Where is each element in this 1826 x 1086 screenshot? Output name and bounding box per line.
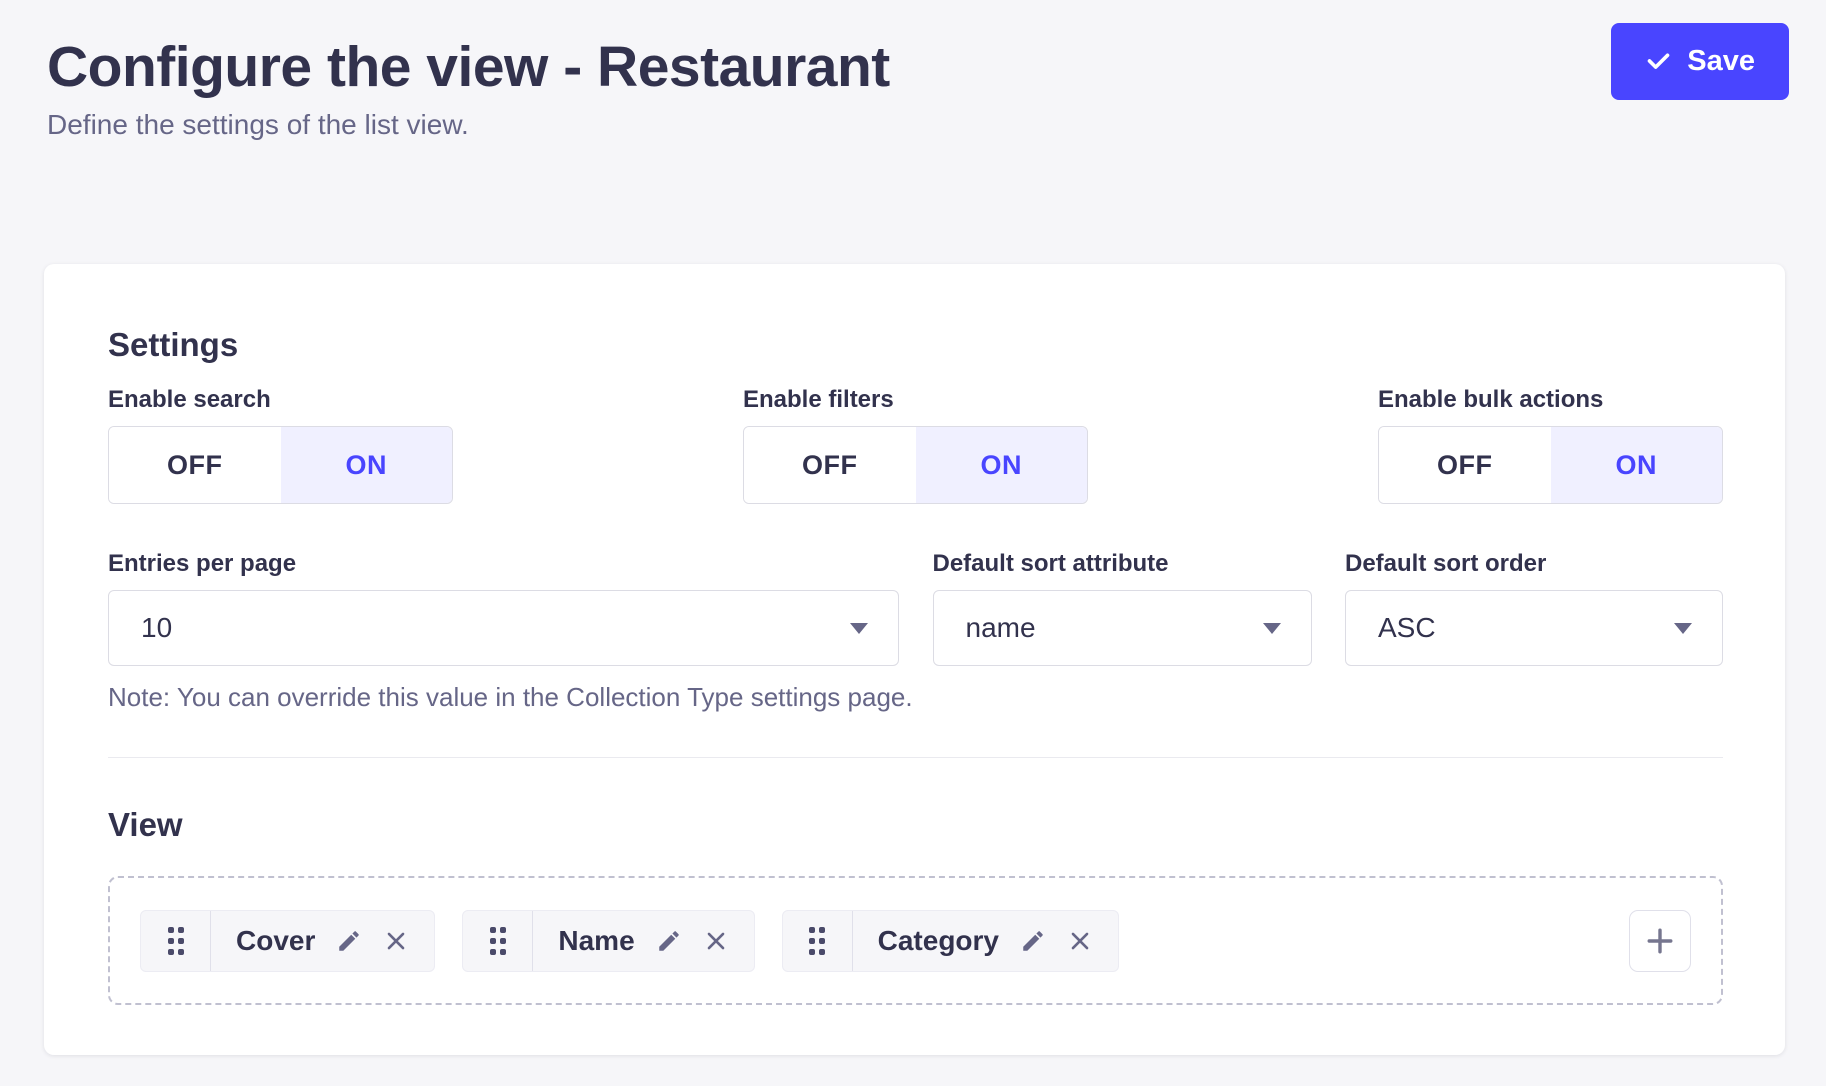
pencil-icon <box>336 928 362 954</box>
enable-search-off-option[interactable]: OFF <box>109 427 281 503</box>
chip-label: Cover <box>236 925 315 957</box>
toggle-group-enable-filters: Enable filters OFF ON <box>743 386 1088 504</box>
chevron-down-icon <box>850 623 868 634</box>
drag-icon <box>490 927 506 955</box>
drag-icon <box>809 927 825 955</box>
toggle-label: Enable filters <box>743 386 1088 414</box>
chip-body: Cover <box>211 911 434 971</box>
chevron-down-icon <box>1674 623 1692 634</box>
chip-label: Category <box>878 925 999 957</box>
page-title: Configure the view - Restaurant <box>47 32 1786 102</box>
enable-bulk-actions-off-option[interactable]: OFF <box>1379 427 1551 503</box>
field-chip-category: Category <box>782 910 1119 972</box>
chip-label: Name <box>558 925 634 957</box>
add-field-button[interactable] <box>1629 910 1691 972</box>
entries-per-page-group: Entries per page 10 <box>108 550 899 666</box>
pencil-icon <box>1020 928 1046 954</box>
enable-search-toggle: OFF ON <box>108 426 453 504</box>
page-header: Configure the view - Restaurant Define t… <box>0 0 1826 142</box>
enable-search-on-option[interactable]: ON <box>281 427 453 503</box>
enable-filters-on-option[interactable]: ON <box>916 427 1088 503</box>
enable-bulk-actions-toggle: OFF ON <box>1378 426 1723 504</box>
toggles-row: Enable search OFF ON Enable filters OFF … <box>108 386 1723 504</box>
save-button[interactable]: Save <box>1611 23 1789 100</box>
toggle-label: Enable bulk actions <box>1378 386 1723 414</box>
remove-field-button[interactable] <box>703 928 729 954</box>
close-icon <box>383 928 409 954</box>
select-label: Default sort order <box>1345 550 1723 578</box>
enable-filters-toggle: OFF ON <box>743 426 1088 504</box>
enable-bulk-actions-on-option[interactable]: ON <box>1551 427 1723 503</box>
toggle-label: Enable search <box>108 386 453 414</box>
entries-per-page-note: Note: You can override this value in the… <box>108 682 1723 712</box>
remove-field-button[interactable] <box>1067 928 1093 954</box>
drag-handle[interactable] <box>783 911 853 971</box>
selects-row: Entries per page 10 Default sort attribu… <box>108 550 1723 666</box>
default-sort-order-select[interactable]: ASC <box>1345 590 1723 666</box>
entries-per-page-value: 10 <box>141 612 172 644</box>
toggle-group-enable-search: Enable search OFF ON <box>108 386 453 504</box>
remove-field-button[interactable] <box>383 928 409 954</box>
default-sort-attribute-value: name <box>966 612 1036 644</box>
field-chip-name: Name <box>462 910 754 972</box>
chevron-down-icon <box>1263 623 1281 634</box>
chip-body: Category <box>853 911 1118 971</box>
pencil-icon <box>656 928 682 954</box>
check-icon <box>1645 48 1672 75</box>
enable-filters-off-option[interactable]: OFF <box>744 427 916 503</box>
entries-per-page-select[interactable]: 10 <box>108 590 899 666</box>
chip-body: Name <box>533 911 753 971</box>
edit-field-button[interactable] <box>1020 928 1046 954</box>
drag-handle[interactable] <box>463 911 533 971</box>
default-sort-order-group: Default sort order ASC <box>1345 550 1723 666</box>
drag-handle[interactable] <box>141 911 211 971</box>
toggle-group-enable-bulk-actions: Enable bulk actions OFF ON <box>1378 386 1723 504</box>
section-divider <box>108 757 1723 758</box>
drag-icon <box>168 927 184 955</box>
settings-heading: Settings <box>108 326 1723 364</box>
close-icon <box>1067 928 1093 954</box>
page-subtitle: Define the settings of the list view. <box>47 108 1786 142</box>
plus-icon <box>1643 924 1677 958</box>
settings-card: Settings Enable search OFF ON Enable fil… <box>44 264 1785 1055</box>
view-heading: View <box>108 806 1723 844</box>
default-sort-attribute-group: Default sort attribute name <box>933 550 1312 666</box>
default-sort-attribute-select[interactable]: name <box>933 590 1312 666</box>
default-sort-order-value: ASC <box>1378 612 1436 644</box>
edit-field-button[interactable] <box>336 928 362 954</box>
fields-drop-zone: Cover <box>108 876 1723 1005</box>
close-icon <box>703 928 729 954</box>
field-chip-cover: Cover <box>140 910 435 972</box>
edit-field-button[interactable] <box>656 928 682 954</box>
select-label: Default sort attribute <box>933 550 1312 578</box>
save-button-label: Save <box>1687 45 1755 78</box>
select-label: Entries per page <box>108 550 899 578</box>
